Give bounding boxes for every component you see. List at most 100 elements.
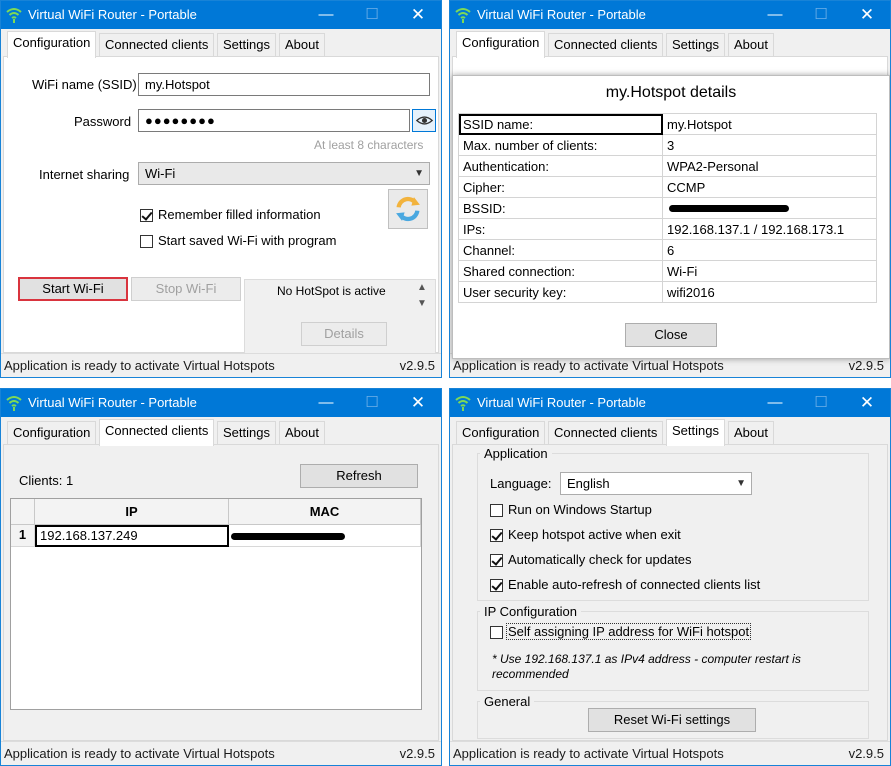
general-group: General Reset Wi-Fi settings xyxy=(477,694,869,739)
refresh-icon xyxy=(396,196,420,222)
tab-about[interactable]: About xyxy=(728,421,774,445)
details-row: Cipher: CCMP xyxy=(458,176,877,198)
tab-configuration[interactable]: Configuration xyxy=(456,421,546,445)
minimize-icon[interactable]: — xyxy=(303,389,349,417)
self-assign-checkbox[interactable] xyxy=(490,626,503,639)
tab-about[interactable]: About xyxy=(728,33,774,57)
clients-grid: IP MAC 1 192.168.137.249 xyxy=(10,498,422,710)
run-startup-label: Run on Windows Startup xyxy=(508,502,652,517)
wifi-app-icon xyxy=(455,396,471,411)
close-icon[interactable]: ✕ xyxy=(844,389,890,417)
eye-icon xyxy=(416,116,433,125)
language-select[interactable]: English ▼ xyxy=(560,472,752,495)
client-mac-cell[interactable] xyxy=(229,525,421,547)
details-key: Shared connection: xyxy=(458,260,663,282)
version-label: v2.9.5 xyxy=(399,358,435,373)
minimize-icon[interactable]: — xyxy=(752,1,798,29)
title-bar[interactable]: Virtual WiFi Router - Portable — ☐ ✕ xyxy=(1,1,441,29)
hotspot-status-text: No HotSpot is active xyxy=(277,284,386,298)
details-row: BSSID: xyxy=(458,197,877,219)
status-text: Application is ready to activate Virtual… xyxy=(4,358,275,373)
internet-sharing-select[interactable]: Wi-Fi ▼ xyxy=(138,162,430,185)
details-key: Authentication: xyxy=(458,155,663,177)
tab-settings[interactable]: Settings xyxy=(666,33,725,57)
tab-settings[interactable]: Settings xyxy=(217,421,276,445)
window-title: Virtual WiFi Router - Portable xyxy=(28,7,197,22)
auto-refresh-label: Enable auto-refresh of connected clients… xyxy=(508,577,761,592)
title-bar[interactable]: Virtual WiFi Router - Portable — ☐ ✕ xyxy=(450,1,890,29)
hotspot-status-box: No HotSpot is active ▲ ▼ Details xyxy=(244,279,436,354)
scroll-down-icon[interactable]: ▼ xyxy=(417,298,427,309)
ip-note: * Use 192.168.137.1 as IPv4 address - co… xyxy=(492,652,801,681)
ip-config-group: IP Configuration Self assigning IP addre… xyxy=(477,604,869,691)
grid-corner xyxy=(11,499,35,525)
version-label: v2.9.5 xyxy=(848,358,884,373)
start-saved-checkbox[interactable] xyxy=(140,235,153,248)
details-value: Wi-Fi xyxy=(662,260,877,282)
minimize-icon[interactable]: — xyxy=(303,1,349,29)
details-value: my.Hotspot xyxy=(662,113,877,135)
close-button[interactable]: Close xyxy=(625,323,717,347)
details-key[interactable]: SSID name: xyxy=(458,113,663,135)
maximize-icon[interactable]: ☐ xyxy=(798,389,844,417)
tab-connected-clients[interactable]: Connected clients xyxy=(99,419,215,446)
general-group-label: General xyxy=(480,694,535,709)
remember-checkbox[interactable] xyxy=(140,209,153,222)
chevron-down-icon: ▼ xyxy=(414,168,424,179)
tab-configuration[interactable]: Configuration xyxy=(7,31,97,58)
tab-configuration[interactable]: Configuration xyxy=(456,31,546,58)
ssid-input[interactable]: my.Hotspot xyxy=(138,73,430,96)
close-icon[interactable]: ✕ xyxy=(395,1,441,29)
run-startup-checkbox[interactable] xyxy=(490,504,503,517)
details-table: SSID name: my.Hotspot Max. number of clie… xyxy=(458,113,877,303)
maximize-icon[interactable]: ☐ xyxy=(349,1,395,29)
minimize-icon[interactable]: — xyxy=(752,389,798,417)
details-key: User security key: xyxy=(458,281,663,303)
password-input[interactable]: ●●●●●●●● xyxy=(138,109,410,132)
self-assign-label: Self assigning IP address for WiFi hotsp… xyxy=(506,623,752,640)
stop-wifi-button[interactable]: Stop Wi-Fi xyxy=(131,277,241,301)
maximize-icon[interactable]: ☐ xyxy=(349,389,395,417)
auto-update-label: Automatically check for updates xyxy=(508,552,692,567)
keep-active-checkbox[interactable] xyxy=(490,529,503,542)
show-password-button[interactable] xyxy=(412,109,436,132)
window-settings: Virtual WiFi Router - Portable — ☐ ✕ Con… xyxy=(449,388,891,766)
title-bar[interactable]: Virtual WiFi Router - Portable — ☐ ✕ xyxy=(1,389,441,417)
reset-wifi-settings-button[interactable]: Reset Wi-Fi settings xyxy=(588,708,756,732)
row-number: 1 xyxy=(11,525,35,547)
maximize-icon[interactable]: ☐ xyxy=(798,1,844,29)
password-hint: At least 8 characters xyxy=(314,138,424,152)
wifi-app-icon xyxy=(455,8,471,23)
details-title: my.Hotspot details xyxy=(605,84,737,101)
refresh-button[interactable]: Refresh xyxy=(300,464,418,488)
scroll-up-icon[interactable]: ▲ xyxy=(417,282,427,293)
auto-refresh-checkbox[interactable] xyxy=(490,579,503,592)
window-title: Virtual WiFi Router - Portable xyxy=(477,7,646,22)
tab-connected-clients[interactable]: Connected clients xyxy=(99,33,215,57)
tab-configuration[interactable]: Configuration xyxy=(7,421,97,445)
tab-settings[interactable]: Settings xyxy=(217,33,276,57)
column-header-ip[interactable]: IP xyxy=(35,499,229,525)
start-wifi-button[interactable]: Start Wi-Fi xyxy=(18,277,128,301)
details-key: IPs: xyxy=(458,218,663,240)
mac-redaction xyxy=(231,533,345,540)
details-button[interactable]: Details xyxy=(301,322,387,346)
details-row: Max. number of clients: 3 xyxy=(458,134,877,156)
window-connected-clients: Virtual WiFi Router - Portable — ☐ ✕ Con… xyxy=(0,388,442,766)
tab-about[interactable]: About xyxy=(279,33,325,57)
tab-connected-clients[interactable]: Connected clients xyxy=(548,33,664,57)
client-ip-cell[interactable]: 192.168.137.249 xyxy=(35,525,229,547)
title-bar[interactable]: Virtual WiFi Router - Portable — ☐ ✕ xyxy=(450,389,890,417)
tab-settings[interactable]: Settings xyxy=(666,419,725,446)
column-header-mac[interactable]: MAC xyxy=(229,499,421,525)
auto-update-checkbox[interactable] xyxy=(490,554,503,567)
details-row: IPs: 192.168.137.1 / 192.168.173.1 xyxy=(458,218,877,240)
close-icon[interactable]: ✕ xyxy=(844,1,890,29)
details-value: 6 xyxy=(662,239,877,261)
refresh-adapters-button[interactable] xyxy=(388,189,428,229)
close-icon[interactable]: ✕ xyxy=(395,389,441,417)
application-group-label: Application xyxy=(480,446,552,461)
tab-about[interactable]: About xyxy=(279,421,325,445)
ip-config-group-label: IP Configuration xyxy=(480,604,581,619)
tab-connected-clients[interactable]: Connected clients xyxy=(548,421,664,445)
